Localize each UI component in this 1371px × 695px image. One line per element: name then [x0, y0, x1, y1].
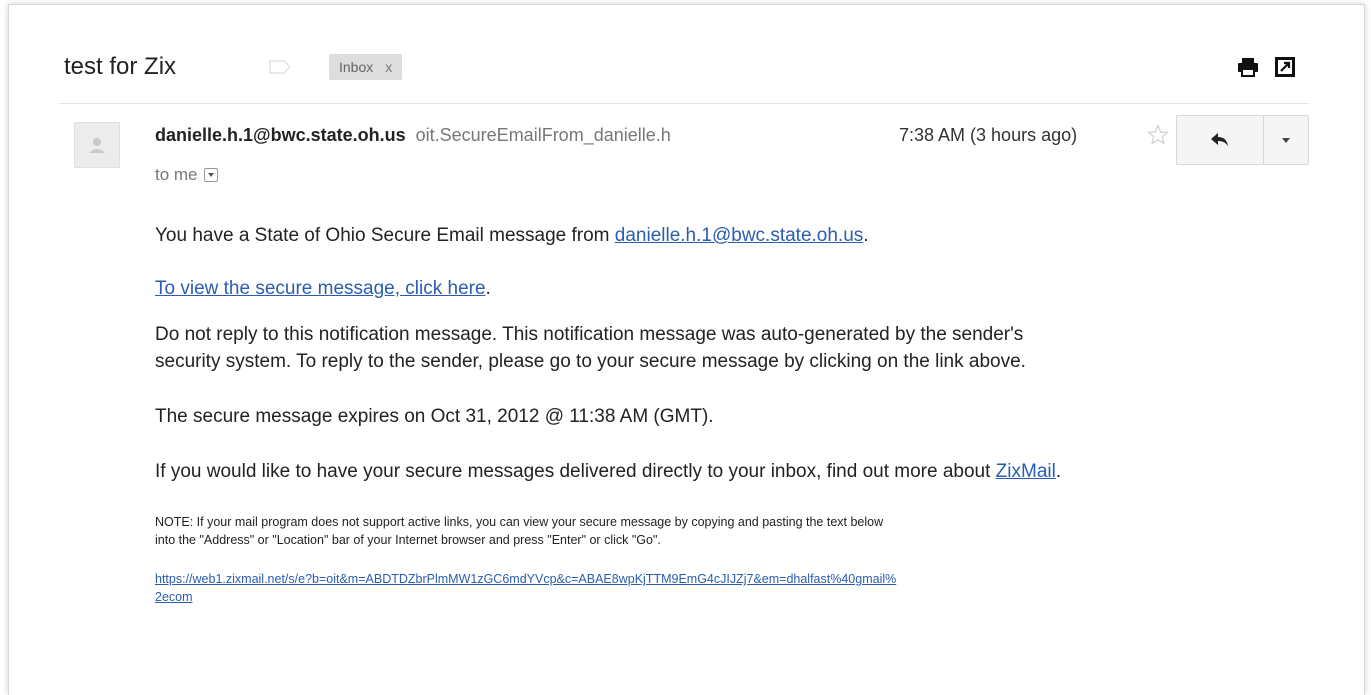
zixmail-link[interactable]: ZixMail — [996, 461, 1056, 482]
expiry-paragraph: The secure message expires on Oct 31, 20… — [155, 406, 714, 427]
reply-button[interactable] — [1176, 115, 1264, 165]
sender-email-link[interactable]: danielle.h.1@bwc.state.oh.us — [615, 225, 864, 246]
email-subject: test for Zix — [64, 53, 177, 80]
message-timestamp: 7:38 AM (3 hours ago) — [899, 125, 1078, 145]
sender-email[interactable]: danielle.h.1@bwc.state.oh.us — [155, 125, 406, 145]
open-in-new-window-icon[interactable] — [1274, 56, 1296, 78]
view-secure-message-link[interactable]: To view the secure message, click here — [155, 278, 486, 299]
notice-line-1: Do not reply to this notification messag… — [155, 324, 1024, 345]
more-actions-button[interactable] — [1263, 115, 1309, 165]
sender-alias: oit.SecureEmailFrom_danielle.h — [415, 125, 671, 145]
reply-arrow-icon — [1211, 133, 1228, 146]
inbox-label-text: Inbox — [339, 59, 374, 75]
note-line-2: into the "Address" or "Location" bar of … — [155, 533, 661, 547]
label-tag-icon[interactable] — [269, 60, 291, 74]
recipient-line: to me — [155, 165, 218, 185]
view-message-paragraph: To view the secure message, click here. — [155, 278, 491, 299]
printer-icon[interactable] — [1237, 57, 1259, 77]
secure-url-line-2[interactable]: 2ecom — [155, 588, 193, 606]
notice-line-2: security system. To reply to the sender,… — [155, 351, 1026, 372]
subject-row: test for Zix Inbox x — [64, 47, 1304, 87]
secure-url-line-1[interactable]: https://web1.zixmail.net/s/e?b=oit&m=ABD… — [155, 570, 896, 588]
email-view-panel: test for Zix Inbox x danielle.h.1@bwc.st… — [8, 4, 1365, 695]
default-avatar-icon — [74, 122, 120, 168]
recipient-text: to me — [155, 165, 198, 184]
note-line-1: NOTE: If your mail program does not supp… — [155, 515, 884, 529]
chevron-down-icon — [1282, 137, 1290, 143]
intro-paragraph: You have a State of Ohio Secure Email me… — [155, 225, 869, 246]
header-divider — [59, 103, 1309, 104]
inbox-label-badge: Inbox x — [329, 54, 403, 80]
zixmail-paragraph: If you would like to have your secure me… — [155, 461, 1062, 482]
show-details-dropdown-icon[interactable] — [203, 168, 218, 182]
star-icon[interactable] — [1147, 124, 1169, 146]
sender-line: danielle.h.1@bwc.state.oh.us oit.SecureE… — [155, 125, 671, 146]
remove-label-button[interactable]: x — [385, 54, 392, 80]
